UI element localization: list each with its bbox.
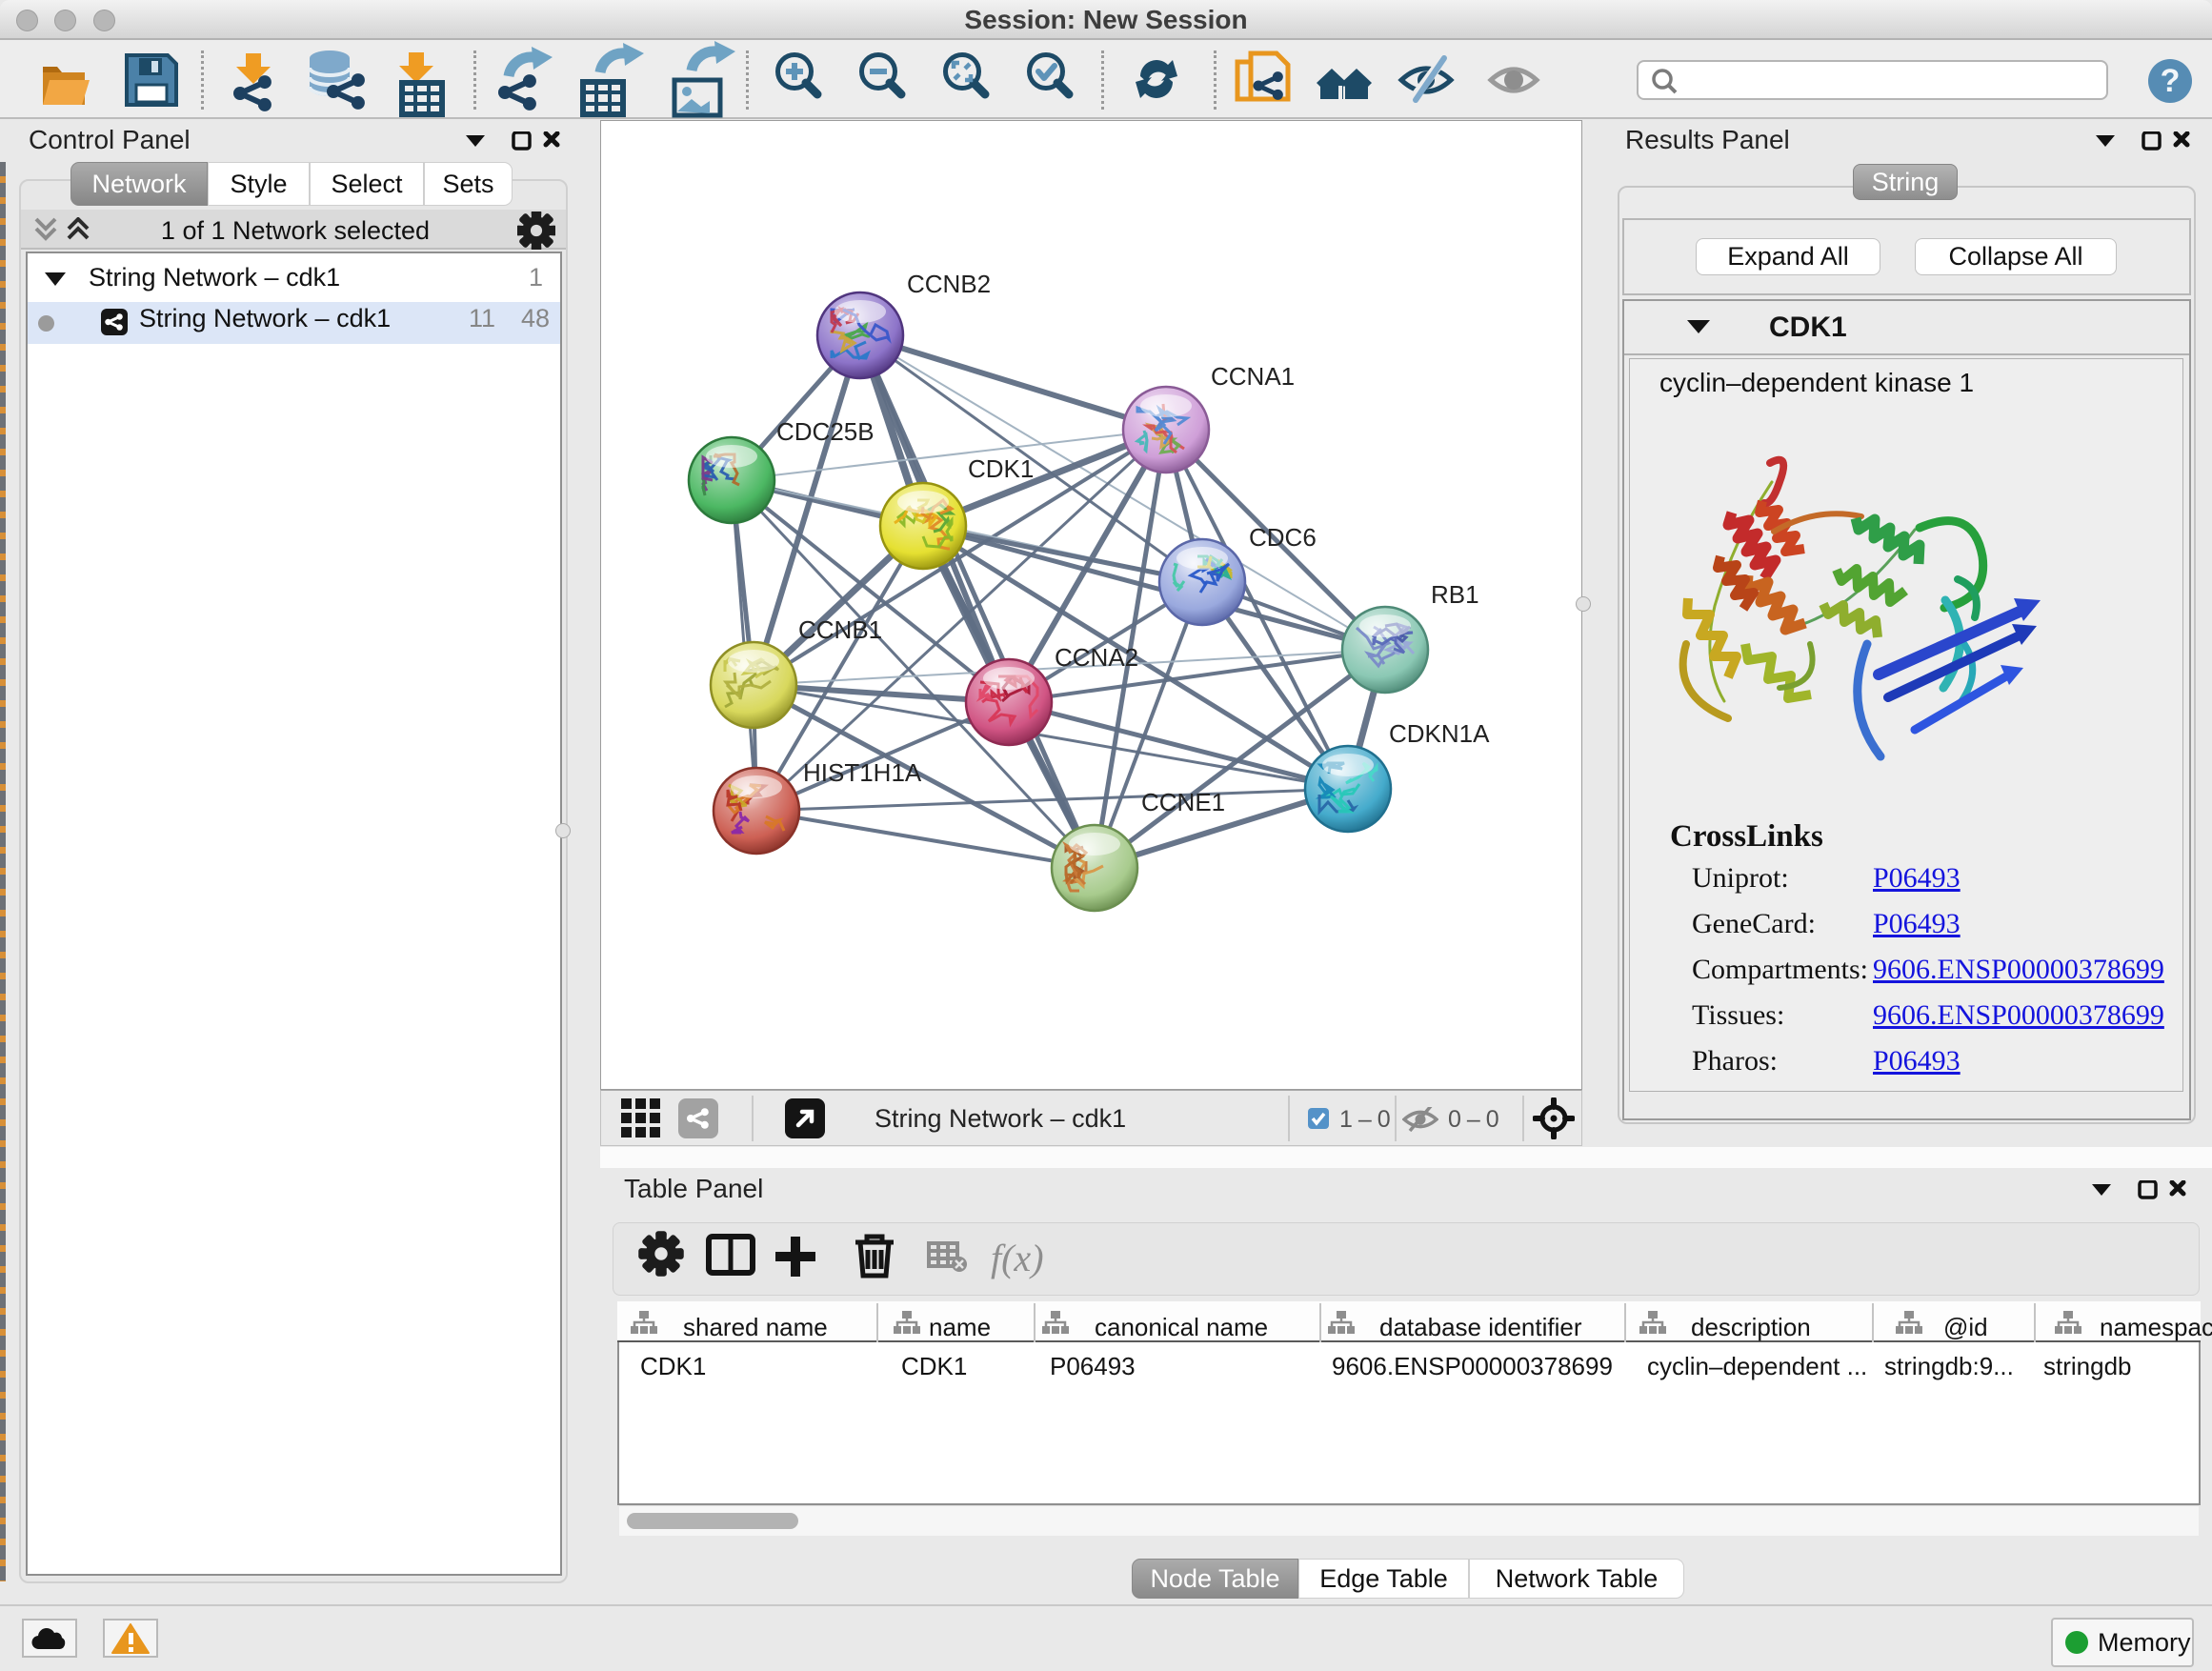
svg-text:f(x): f(x) xyxy=(991,1237,1044,1279)
